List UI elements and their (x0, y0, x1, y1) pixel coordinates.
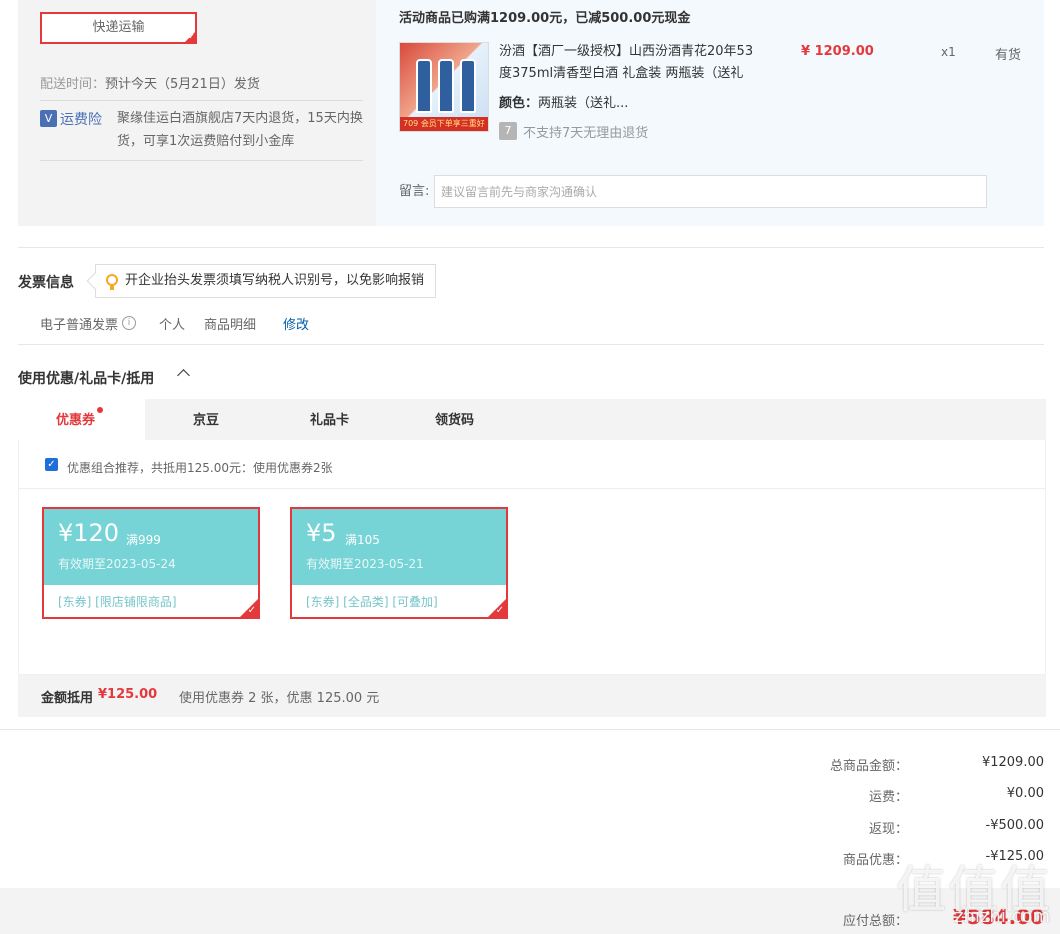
section-divider (18, 344, 1044, 345)
invoice-tip-text: 开企业抬头发票须填写纳税人识别号，以免影响报销 (125, 273, 425, 288)
coupon-condition: 满105 (345, 533, 380, 547)
no-return-text: 不支持7天无理由退货 (523, 126, 649, 141)
coupon-summary-desc: 使用优惠券 2 张，优惠 125.00 元 (179, 691, 380, 706)
invoice-type: 电子普通发票 (40, 318, 119, 333)
total-goods-value: ¥1209.00 (981, 755, 1044, 770)
coupon-amount: ¥5 (306, 519, 337, 547)
cashback-label: 返现： (868, 822, 908, 837)
divider (18, 488, 1046, 489)
check-icon: ✓ (188, 32, 195, 41)
invoice-edit-link[interactable]: 修改 (283, 314, 309, 333)
coupon-section-title[interactable]: 使用优惠/礼品卡/抵用 (18, 368, 154, 388)
product-quantity: x1 (941, 45, 956, 59)
lightbulb-icon (106, 274, 118, 290)
shipping-insurance-icon: V (40, 110, 57, 127)
combo-checkbox[interactable]: ✓ (45, 458, 58, 471)
tab-jingdou[interactable]: 京豆 (193, 409, 219, 428)
coupon-card[interactable]: ¥120 满999 有效期至2023-05-24 [东券] [限店铺限商品] ✓ (42, 507, 260, 619)
coupon-tabbar (18, 399, 1046, 440)
tab-gift-card[interactable]: 礼品卡 (310, 409, 349, 428)
delivery-time: 配送时间：预计今天（5月21日）发货 (40, 77, 260, 92)
divider (40, 160, 363, 161)
product-price: ¥ 1209.00 (801, 44, 874, 59)
no-return-icon: 7 (499, 122, 517, 140)
check-icon: ✓ (495, 605, 504, 616)
coupon-expiry: 有效期至2023-05-24 (58, 557, 176, 571)
message-input[interactable] (434, 175, 987, 208)
total-goods-label: 总商品金额： (829, 759, 908, 774)
cashback-value: -¥500.00 (985, 818, 1044, 833)
shipping-fee-value: ¥0.00 (1006, 786, 1044, 801)
tab-redeem-code[interactable]: 领货码 (435, 409, 474, 428)
tab-coupons[interactable]: 优惠券 (56, 409, 95, 428)
express-shipping-label: 快递运输 (92, 20, 145, 35)
invoice-header-person: 个人 (159, 318, 186, 333)
message-label: 留言: (399, 184, 430, 199)
coupon-condition: 满999 (126, 533, 161, 547)
coupon-tags: [东券] [全品类] [可叠加] (306, 595, 438, 609)
coupon-expiry: 有效期至2023-05-21 (306, 557, 424, 571)
shipping-insurance-label[interactable]: 运费险 (60, 109, 102, 129)
promo-title: 活动商品已购满1209.00元，已减500.00元现金 (399, 11, 691, 26)
divider (40, 100, 363, 101)
express-shipping-option[interactable]: 快递运输 ✓ (40, 12, 197, 44)
product-image-band: 709 会员下单享三重好礼 (400, 117, 488, 131)
product-color-value: 两瓶装（送礼... (538, 96, 629, 111)
product-name[interactable]: 汾酒【酒厂一级授权】山西汾酒青花20年53度375ml清香型白酒 礼盒装 两瓶装… (499, 41, 761, 85)
coupon-tags: [东券] [限店铺限商品] (58, 595, 177, 609)
section-divider (18, 247, 1044, 248)
product-stock: 有货 (995, 48, 1022, 63)
coupon-summary-bar (18, 675, 1046, 717)
watermark-site: zhizhi.com (954, 906, 1050, 927)
coupon-card[interactable]: ¥5 满105 有效期至2023-05-21 [东券] [全品类] [可叠加] … (290, 507, 508, 619)
notification-dot (97, 407, 103, 413)
coupon-summary-amount: ¥125.00 (98, 687, 158, 702)
shipping-insurance-text: 聚缘佳运白酒旗舰店7天内退货，15天内换货，可享1次运费赔付到小金库 (117, 111, 363, 149)
invoice-title: 发票信息 (18, 275, 74, 291)
coupon-amount: ¥120 (58, 519, 120, 547)
invoice-tip: 开企业抬头发票须填写纳税人识别号，以免影响报销 (86, 264, 436, 298)
section-divider (0, 729, 1060, 730)
chevron-up-icon[interactable] (177, 369, 190, 382)
product-color: 颜色：两瓶装（送礼... (499, 96, 629, 111)
combo-text: 优惠组合推荐，共抵用125.00元：使用优惠券2张 (67, 461, 333, 475)
invoice-content: 商品明细 (204, 318, 257, 333)
delivery-time-value: 预计今天（5月21日）发货 (105, 77, 260, 92)
info-icon[interactable]: i (122, 316, 136, 330)
check-icon: ✓ (247, 605, 256, 616)
product-image[interactable]: 709 会员下单享三重好礼 (399, 42, 489, 132)
coupon-summary-label: 金额抵用 (41, 691, 94, 706)
shipping-fee-label: 运费： (868, 790, 908, 805)
